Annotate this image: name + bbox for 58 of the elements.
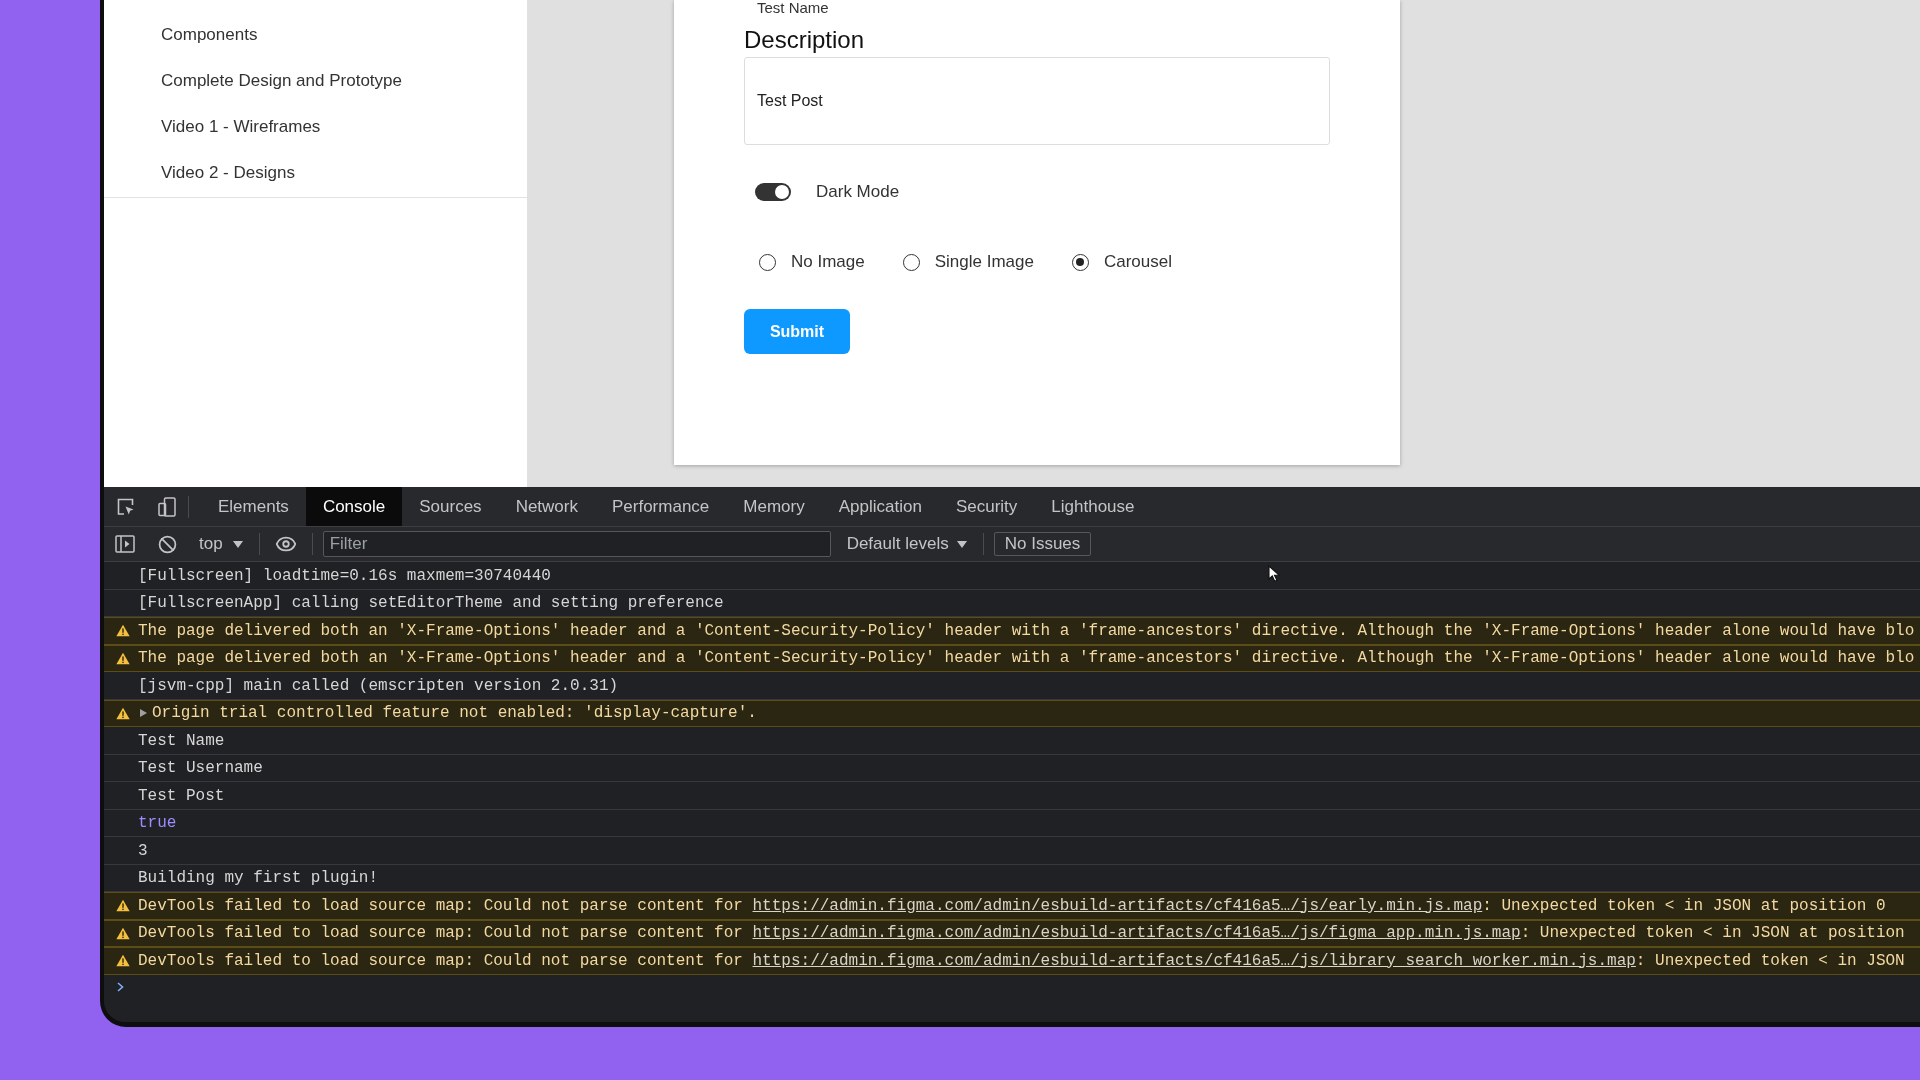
inspect-element-icon[interactable] (117, 497, 135, 516)
console-message: Building my first plugin! (138, 869, 379, 888)
devtools-tab[interactable]: Elements (201, 487, 306, 526)
radio-label: Carousel (1103, 252, 1172, 272)
console-message: The page delivered both an 'X-Frame-Options' header and a 'Content-Security-Policy' header with a 'frame-ancestors' directive. Although the 'X-Frame-Options' header alone would have blo (138, 621, 1915, 640)
source-map-link[interactable]: https://admin.figma.com/admin/esbuild-artifacts/cf416a5…/js/figma_app.min.js.map (752, 924, 1521, 943)
filter-field[interactable]: Filter (322, 531, 831, 557)
console-message: [FullscreenApp] calling setEditorTheme and setting preference (138, 594, 724, 613)
sidebar-item[interactable]: Complete Design and Prototype (161, 58, 402, 104)
console-message: DevTools failed to load source map: Could not parse content for https://admin.figma.com/admin/esbuild-artifacts/cf416a5…/js/library_search_worker.min.js.map: Unexpected token < in JSON (138, 951, 1905, 970)
clear-console-icon[interactable] (157, 534, 177, 554)
warning-icon (116, 899, 130, 913)
console-message: The page delivered both an 'X-Frame-Options' header and a 'Content-Security-Policy' header with a 'frame-ancestors' directive. Although the 'X-Frame-Options' header alone would have blo (138, 649, 1915, 668)
console-message: [jsvm-cpp] main called (emscripten version 2.0.31) (138, 676, 619, 695)
warning-icon (116, 624, 130, 638)
mouse-pointer-icon (1268, 565, 1282, 582)
description-field[interactable]: Test Post (744, 57, 1330, 145)
devtools-tab[interactable]: Application (821, 487, 939, 526)
devtools-tab[interactable]: Performance (595, 487, 727, 526)
description-label: Description (744, 26, 865, 54)
warning-icon (116, 706, 130, 720)
context-select[interactable]: top (193, 531, 249, 557)
name-field-value: Test Name (756, 0, 829, 16)
warning-icon (116, 954, 130, 968)
devtools-tab[interactable]: Network (498, 487, 595, 526)
source-map-link[interactable]: https://admin.figma.com/admin/esbuild-artifacts/cf416a5…/js/library_search_worker.min.js.map (752, 951, 1636, 970)
console-message: Test Name (138, 731, 225, 750)
devtools-tab[interactable]: Security (938, 487, 1035, 526)
warning-icon (116, 651, 130, 665)
warning-icon (116, 926, 130, 940)
console-message: 3 (138, 841, 148, 860)
levels-dropdown[interactable]: Default levels (840, 531, 973, 557)
devtools-tab[interactable]: Lighthouse (1034, 487, 1152, 526)
console-message: Origin trial controlled feature not enabled: 'display-capture'. (152, 704, 757, 723)
console-message: [Fullscreen] loadtime=0.16s maxmem=30740440 (138, 566, 551, 585)
issues-button[interactable]: No Issues (993, 532, 1092, 556)
radio-label: No Image (791, 252, 865, 272)
console-message: Test Username (138, 759, 263, 778)
devtools-tab[interactable]: Console (305, 487, 403, 526)
console-message: DevTools failed to load source map: Could not parse content for https://admin.figma.com/admin/esbuild-artifacts/cf416a5…/js/figma_app.min.js.map: Unexpected token < in JSON at position (138, 924, 1905, 943)
expand-triangle-icon[interactable] (140, 709, 147, 718)
console-message: Test Post (138, 786, 225, 805)
devtools-tab[interactable]: Memory (726, 487, 822, 526)
sidebar-item[interactable]: Video 1 - Wireframes (161, 104, 321, 150)
device-toolbar-icon[interactable] (158, 496, 176, 517)
caret-icon (232, 540, 243, 548)
radio-label: Single Image (934, 252, 1034, 272)
console-message: true (138, 814, 177, 833)
sidebar-item[interactable]: Components (161, 12, 258, 58)
sidebar-toggle-icon[interactable] (115, 535, 135, 553)
toggle-label: Dark Mode (816, 182, 900, 202)
dark-mode-toggle[interactable] (755, 183, 791, 201)
caret-icon (956, 540, 967, 548)
prompt-chevron-icon (117, 981, 124, 992)
console-message: DevTools failed to load source map: Could not parse content for https://admin.figma.com/admin/esbuild-artifacts/cf416a5…/js/early.min.js.map: Unexpected token < in JSON at position 0 (138, 896, 1886, 915)
devtools-tab[interactable]: Sources (402, 487, 499, 526)
sidebar-item[interactable]: Video 2 - Designs (161, 150, 295, 196)
source-map-link[interactable]: https://admin.figma.com/admin/esbuild-artifacts/cf416a5…/js/early.min.js.map (752, 896, 1483, 915)
